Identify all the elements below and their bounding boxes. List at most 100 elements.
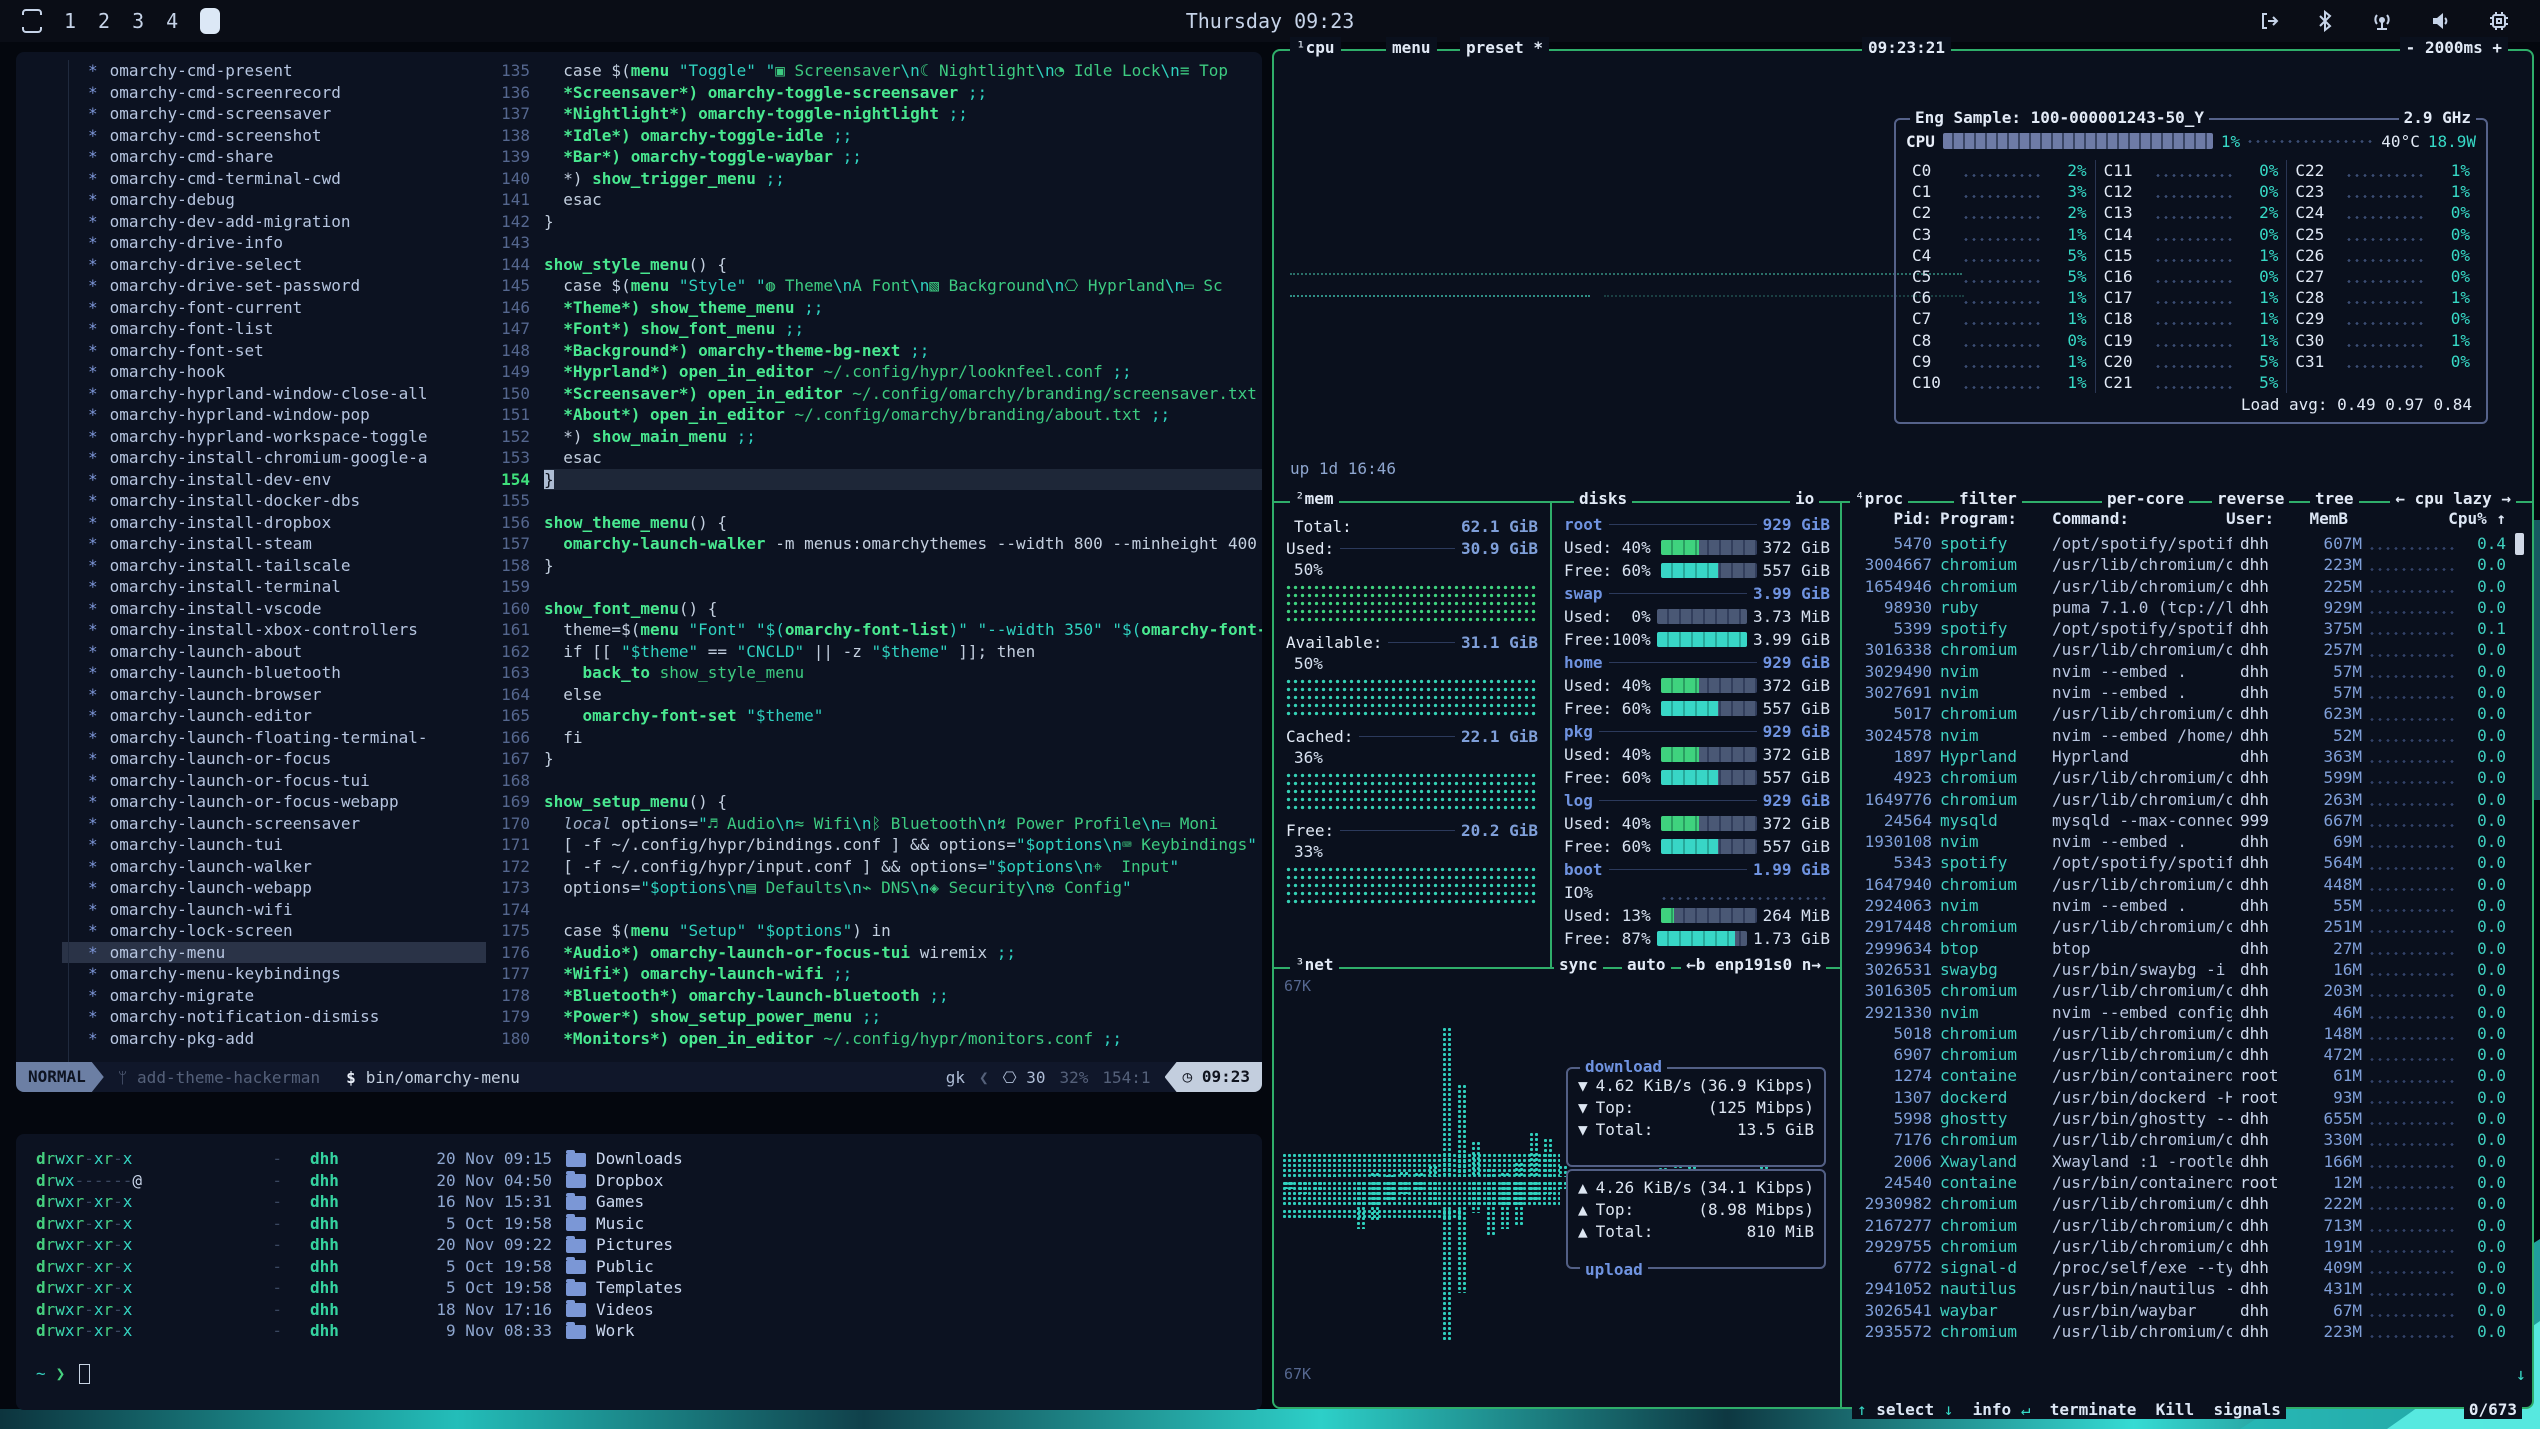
process-row[interactable]: 24540containe/usr/bin/containerd-shiroot… (1850, 1172, 2506, 1193)
file-item[interactable]: *omarchy-install-chromium-google-a (82, 447, 486, 469)
file-item[interactable]: *omarchy-notification-dismiss (82, 1006, 486, 1028)
network-broadcast-icon[interactable] (2370, 10, 2394, 32)
process-row[interactable]: 6907chromium/usr/lib/chromium/chromdhh47… (1850, 1044, 2506, 1065)
logout-icon[interactable] (2258, 10, 2280, 32)
process-row[interactable]: 5470spotify/opt/spotify/spotify --dhh607… (1850, 533, 2506, 554)
process-row[interactable]: 2929755chromium/usr/lib/chromium/chromdh… (1850, 1236, 2506, 1257)
file-item[interactable]: *omarchy-cmd-screenshot (82, 125, 486, 147)
process-row[interactable]: 3029490nvimnvim --embed .dhh57M0.0 (1850, 661, 2506, 682)
io-title[interactable]: io (1790, 489, 1819, 509)
process-row[interactable]: 1897HyprlandHyprlanddhh363M0.0 (1850, 746, 2506, 767)
file-item[interactable]: *omarchy-launch-tui (82, 834, 486, 856)
file-item[interactable]: *omarchy-launch-screensaver (82, 813, 486, 835)
process-row[interactable]: 98930rubypuma 7.1.0 (tcp://localdhh929M0… (1850, 597, 2506, 618)
file-item[interactable]: *omarchy-launch-walker (82, 856, 486, 878)
proc-scrollbar[interactable] (2515, 533, 2524, 555)
process-row[interactable]: 2941052nautilus/usr/bin/nautilus --gapdh… (1850, 1278, 2506, 1299)
file-item[interactable]: *omarchy-pkg-add (82, 1028, 486, 1050)
file-item[interactable]: *omarchy-cmd-present (82, 60, 486, 82)
process-row[interactable]: 2006XwaylandXwayland :1 -rootless -dhh16… (1850, 1151, 2506, 1172)
process-row[interactable]: 6772signal-d/proc/self/exe --type=rdhh40… (1850, 1257, 2506, 1278)
file-item[interactable]: *omarchy-launch-floating-terminal- (82, 727, 486, 749)
file-item[interactable]: *omarchy-font-list (82, 318, 486, 340)
process-row[interactable]: 1649776chromium/usr/lib/chromium/chromdh… (1850, 789, 2506, 810)
process-row[interactable]: 3026531swaybg/usr/bin/swaybg -i /homdhh1… (1850, 959, 2506, 980)
disks-title[interactable]: disks (1574, 489, 1632, 509)
process-row[interactable]: 2921330nvimnvim --embed config.jsodhh46M… (1850, 1002, 2506, 1023)
file-item[interactable]: *omarchy-drive-set-password (82, 275, 486, 297)
file-item[interactable]: *omarchy-launch-wifi (82, 899, 486, 921)
proc-percore-button[interactable]: per-core (2102, 489, 2189, 509)
process-row[interactable]: 5998ghostty/usr/bin/ghostty --gtk-dhh655… (1850, 1108, 2506, 1129)
scroll-down-icon[interactable]: ↓ (2516, 1365, 2526, 1385)
file-item[interactable]: *omarchy-launch-or-focus-webapp (82, 791, 486, 813)
process-row[interactable]: 3004667chromium/usr/lib/chromium/chromdh… (1850, 554, 2506, 575)
file-item[interactable]: *omarchy-install-dropbox (82, 512, 486, 534)
process-row[interactable]: 1654946chromium/usr/lib/chromium/chromdh… (1850, 576, 2506, 597)
code-buffer[interactable]: case $(menu "Toggle" "▣ Screensaver\n☾ N… (544, 60, 1262, 1062)
btop-window[interactable]: ¹cpu menu preset * 09:23:21 - 2000ms + E… (1272, 49, 2534, 1409)
process-row[interactable]: 4923chromium/usr/lib/chromium/chromdhh59… (1850, 767, 2506, 788)
file-item[interactable]: *omarchy-dev-add-migration (82, 211, 486, 233)
file-item[interactable]: *omarchy-launch-bluetooth (82, 662, 486, 684)
file-item[interactable]: *omarchy-cmd-terminal-cwd (82, 168, 486, 190)
file-item[interactable]: *omarchy-cmd-screenrecord (82, 82, 486, 104)
file-item[interactable]: *omarchy-debug (82, 189, 486, 211)
process-row[interactable]: 2935572chromium/usr/lib/chromium/chromdh… (1850, 1321, 2506, 1342)
process-row[interactable]: 1274containe/usr/bin/containerdroot61M0.… (1850, 1065, 2506, 1086)
file-item[interactable]: *omarchy-install-dev-env (82, 469, 486, 491)
file-item[interactable]: *omarchy-font-set (82, 340, 486, 362)
process-row[interactable]: 3024578nvimnvim --embed /home/dhh/dhh52M… (1850, 725, 2506, 746)
process-row[interactable]: 2930982chromium/usr/lib/chromium/chromdh… (1850, 1193, 2506, 1214)
process-row[interactable]: 3026541waybar/usr/bin/waybardhh67M0.0 (1850, 1300, 2506, 1321)
file-item[interactable]: *omarchy-launch-webapp (82, 877, 486, 899)
menu-button[interactable]: menu (1386, 37, 1437, 59)
bluetooth-icon[interactable] (2316, 10, 2334, 32)
file-item[interactable]: *omarchy-hyprland-workspace-toggle (82, 426, 486, 448)
file-item[interactable]: *omarchy-launch-or-focus (82, 748, 486, 770)
preset-button[interactable]: preset * (1460, 37, 1549, 59)
tab-cpu[interactable]: ¹cpu (1290, 37, 1341, 59)
file-item[interactable]: *omarchy-cmd-screensaver (82, 103, 486, 125)
file-item[interactable]: *omarchy-launch-about (82, 641, 486, 663)
file-item[interactable]: *omarchy-lock-screen (82, 920, 486, 942)
process-row[interactable]: 5343spotify/opt/spotify/spotifydhh564M0.… (1850, 852, 2506, 873)
process-row[interactable]: 1647940chromium/usr/lib/chromium/chromdh… (1850, 874, 2506, 895)
terminal-window[interactable]: drwxr-xr-x-dhh20 Nov 09:15Downloadsdrwx-… (16, 1134, 1262, 1410)
topbar-clock[interactable]: Thursday 09:23 (0, 9, 2540, 33)
process-row[interactable]: 3027691nvimnvim --embed .dhh57M0.0 (1850, 682, 2506, 703)
file-item[interactable]: *omarchy-install-docker-dbs (82, 490, 486, 512)
file-item[interactable]: *omarchy-font-current (82, 297, 486, 319)
file-item[interactable]: *omarchy-install-terminal (82, 576, 486, 598)
tab-proc[interactable]: ⁴proc (1850, 489, 1908, 509)
file-item[interactable]: *omarchy-hook (82, 361, 486, 383)
process-row[interactable]: 2924063nvimnvim --embed .dhh55M0.0 (1850, 895, 2506, 916)
file-item[interactable]: *omarchy-launch-browser (82, 684, 486, 706)
process-row[interactable]: 5018chromium/usr/lib/chromium/chromdhh14… (1850, 1023, 2506, 1044)
file-item[interactable]: *omarchy-drive-info (82, 232, 486, 254)
process-row[interactable]: 3016338chromium/usr/lib/chromium/chromdh… (1850, 639, 2506, 660)
file-item[interactable]: *omarchy-menu (62, 942, 486, 964)
process-row[interactable]: 2167277chromium/usr/lib/chromium/chromdh… (1850, 1215, 2506, 1236)
file-item[interactable]: *omarchy-drive-select (82, 254, 486, 276)
process-row[interactable]: 3016305chromium/usr/lib/chromium/chromdh… (1850, 980, 2506, 1001)
process-row[interactable]: 1307dockerd/usr/bin/dockerd -H fd:root93… (1850, 1087, 2506, 1108)
cpu-chip-icon[interactable] (2488, 10, 2510, 32)
file-item[interactable]: *omarchy-cmd-share (82, 146, 486, 168)
process-list[interactable]: 5470spotify/opt/spotify/spotify --dhh607… (1850, 533, 2506, 1389)
file-item[interactable]: *omarchy-launch-or-focus-tui (82, 770, 486, 792)
process-row[interactable]: 7176chromium/usr/lib/chromium/chromdhh33… (1850, 1129, 2506, 1150)
proc-filter-button[interactable]: filter (1954, 489, 2022, 509)
process-row[interactable]: 2999634btopbtopdhh27M0.0 (1850, 938, 2506, 959)
file-item[interactable]: *omarchy-migrate (82, 985, 486, 1007)
tab-mem[interactable]: ²mem (1290, 489, 1339, 509)
proc-sort[interactable]: ← cpu lazy → (2390, 489, 2516, 509)
proc-tree-button[interactable]: tree (2310, 489, 2359, 509)
process-row[interactable]: 24564mysqldmysqld --max-connection999667… (1850, 810, 2506, 831)
editor-window[interactable]: *omarchy-cmd-present*omarchy-cmd-screenr… (16, 52, 1262, 1092)
file-item[interactable]: *omarchy-install-vscode (82, 598, 486, 620)
update-interval[interactable]: - 2000ms + (2400, 37, 2508, 59)
process-row[interactable]: 5399spotify/opt/spotify/spotify --dhh375… (1850, 618, 2506, 639)
process-row[interactable]: 1930108nvimnvim --embed .dhh69M0.0 (1850, 831, 2506, 852)
shell-prompt[interactable]: ~ ❯ (36, 1364, 1262, 1384)
